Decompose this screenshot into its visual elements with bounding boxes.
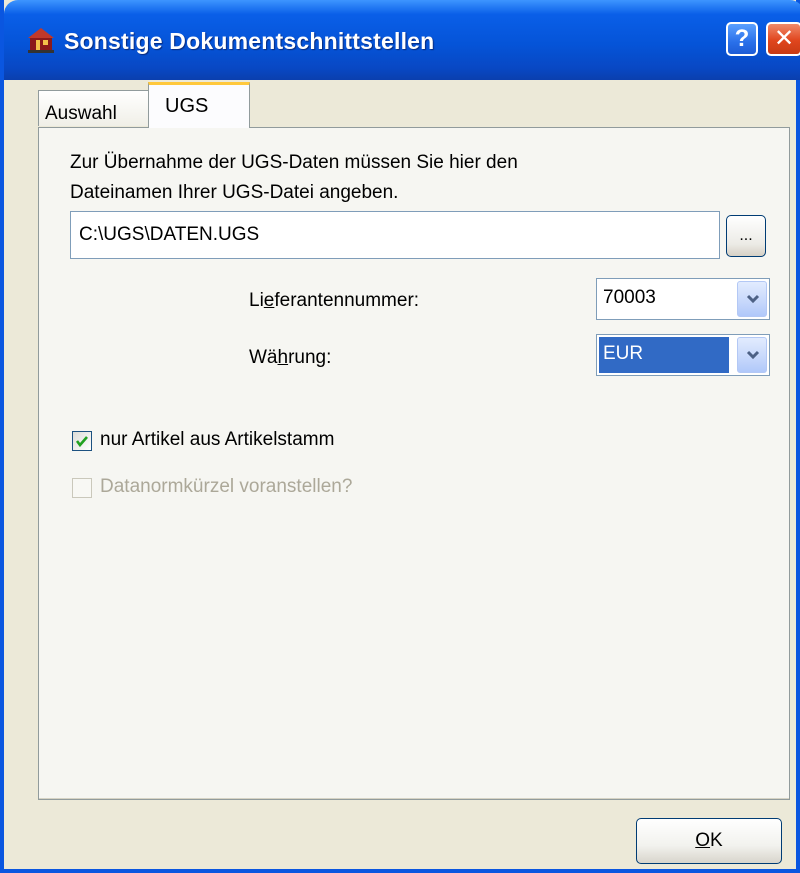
description-line-1: Zur Übernahme der UGS-Daten müssen Sie h… <box>70 152 518 173</box>
lieferant-label-mnemonic: e <box>263 290 275 311</box>
tab-auswahl[interactable]: Auswahl <box>38 90 150 126</box>
tab-ugs[interactable]: UGS <box>148 82 250 128</box>
app-icon <box>26 26 56 54</box>
ok-rest: K <box>710 830 723 851</box>
checkmark-icon <box>75 436 88 448</box>
waehrung-dropdown-button[interactable] <box>737 337 767 373</box>
waehrung-label-post: rung: <box>288 347 332 368</box>
close-icon: ✕ <box>773 25 795 52</box>
chevron-down-icon <box>746 294 760 304</box>
chevron-down-icon <box>746 350 760 360</box>
description-line-2: Dateinamen Ihrer UGS-Datei angeben. <box>70 182 399 203</box>
dialog-window: Sonstige Dokumentschnittstellen ? ✕ Ausw… <box>0 0 800 873</box>
lieferant-label-pre: Li <box>249 290 264 311</box>
title-bar[interactable]: Sonstige Dokumentschnittstellen ? ✕ <box>4 0 800 80</box>
window-title: Sonstige Dokumentschnittstellen <box>64 28 435 54</box>
waehrung-label-mnemonic: h <box>277 347 289 368</box>
lieferant-label-post: ferantennummer: <box>274 290 420 311</box>
lieferantennummer-dropdown-button[interactable] <box>737 281 767 317</box>
lieferantennummer-select[interactable]: 70003 <box>596 278 770 320</box>
datanorm-checkbox-label: Datanormkürzel voranstellen? <box>100 476 353 497</box>
description-text: Zur Übernahme der UGS-Daten müssen Sie h… <box>70 148 710 208</box>
help-button[interactable]: ? <box>726 22 758 56</box>
lieferantennummer-value: 70003 <box>603 287 656 308</box>
waehrung-label: Währung: <box>249 347 331 369</box>
file-path-input[interactable]: C:\UGS\DATEN.UGS <box>70 211 720 259</box>
artikelstamm-checkbox-label[interactable]: nur Artikel aus Artikelstamm <box>100 429 334 451</box>
ok-button[interactable]: OK <box>636 818 782 864</box>
close-button[interactable]: ✕ <box>766 22 800 56</box>
browse-button[interactable]: ... <box>726 215 766 257</box>
lieferantennummer-label: Lieferantennummer: <box>249 290 419 312</box>
datanorm-checkbox <box>72 478 92 498</box>
waehrung-select[interactable]: EUR <box>596 334 770 376</box>
ok-mnemonic: O <box>695 830 711 851</box>
artikelstamm-checkbox[interactable] <box>72 431 92 451</box>
waehrung-label-pre: Wä <box>249 347 278 368</box>
waehrung-value: EUR <box>599 337 729 373</box>
